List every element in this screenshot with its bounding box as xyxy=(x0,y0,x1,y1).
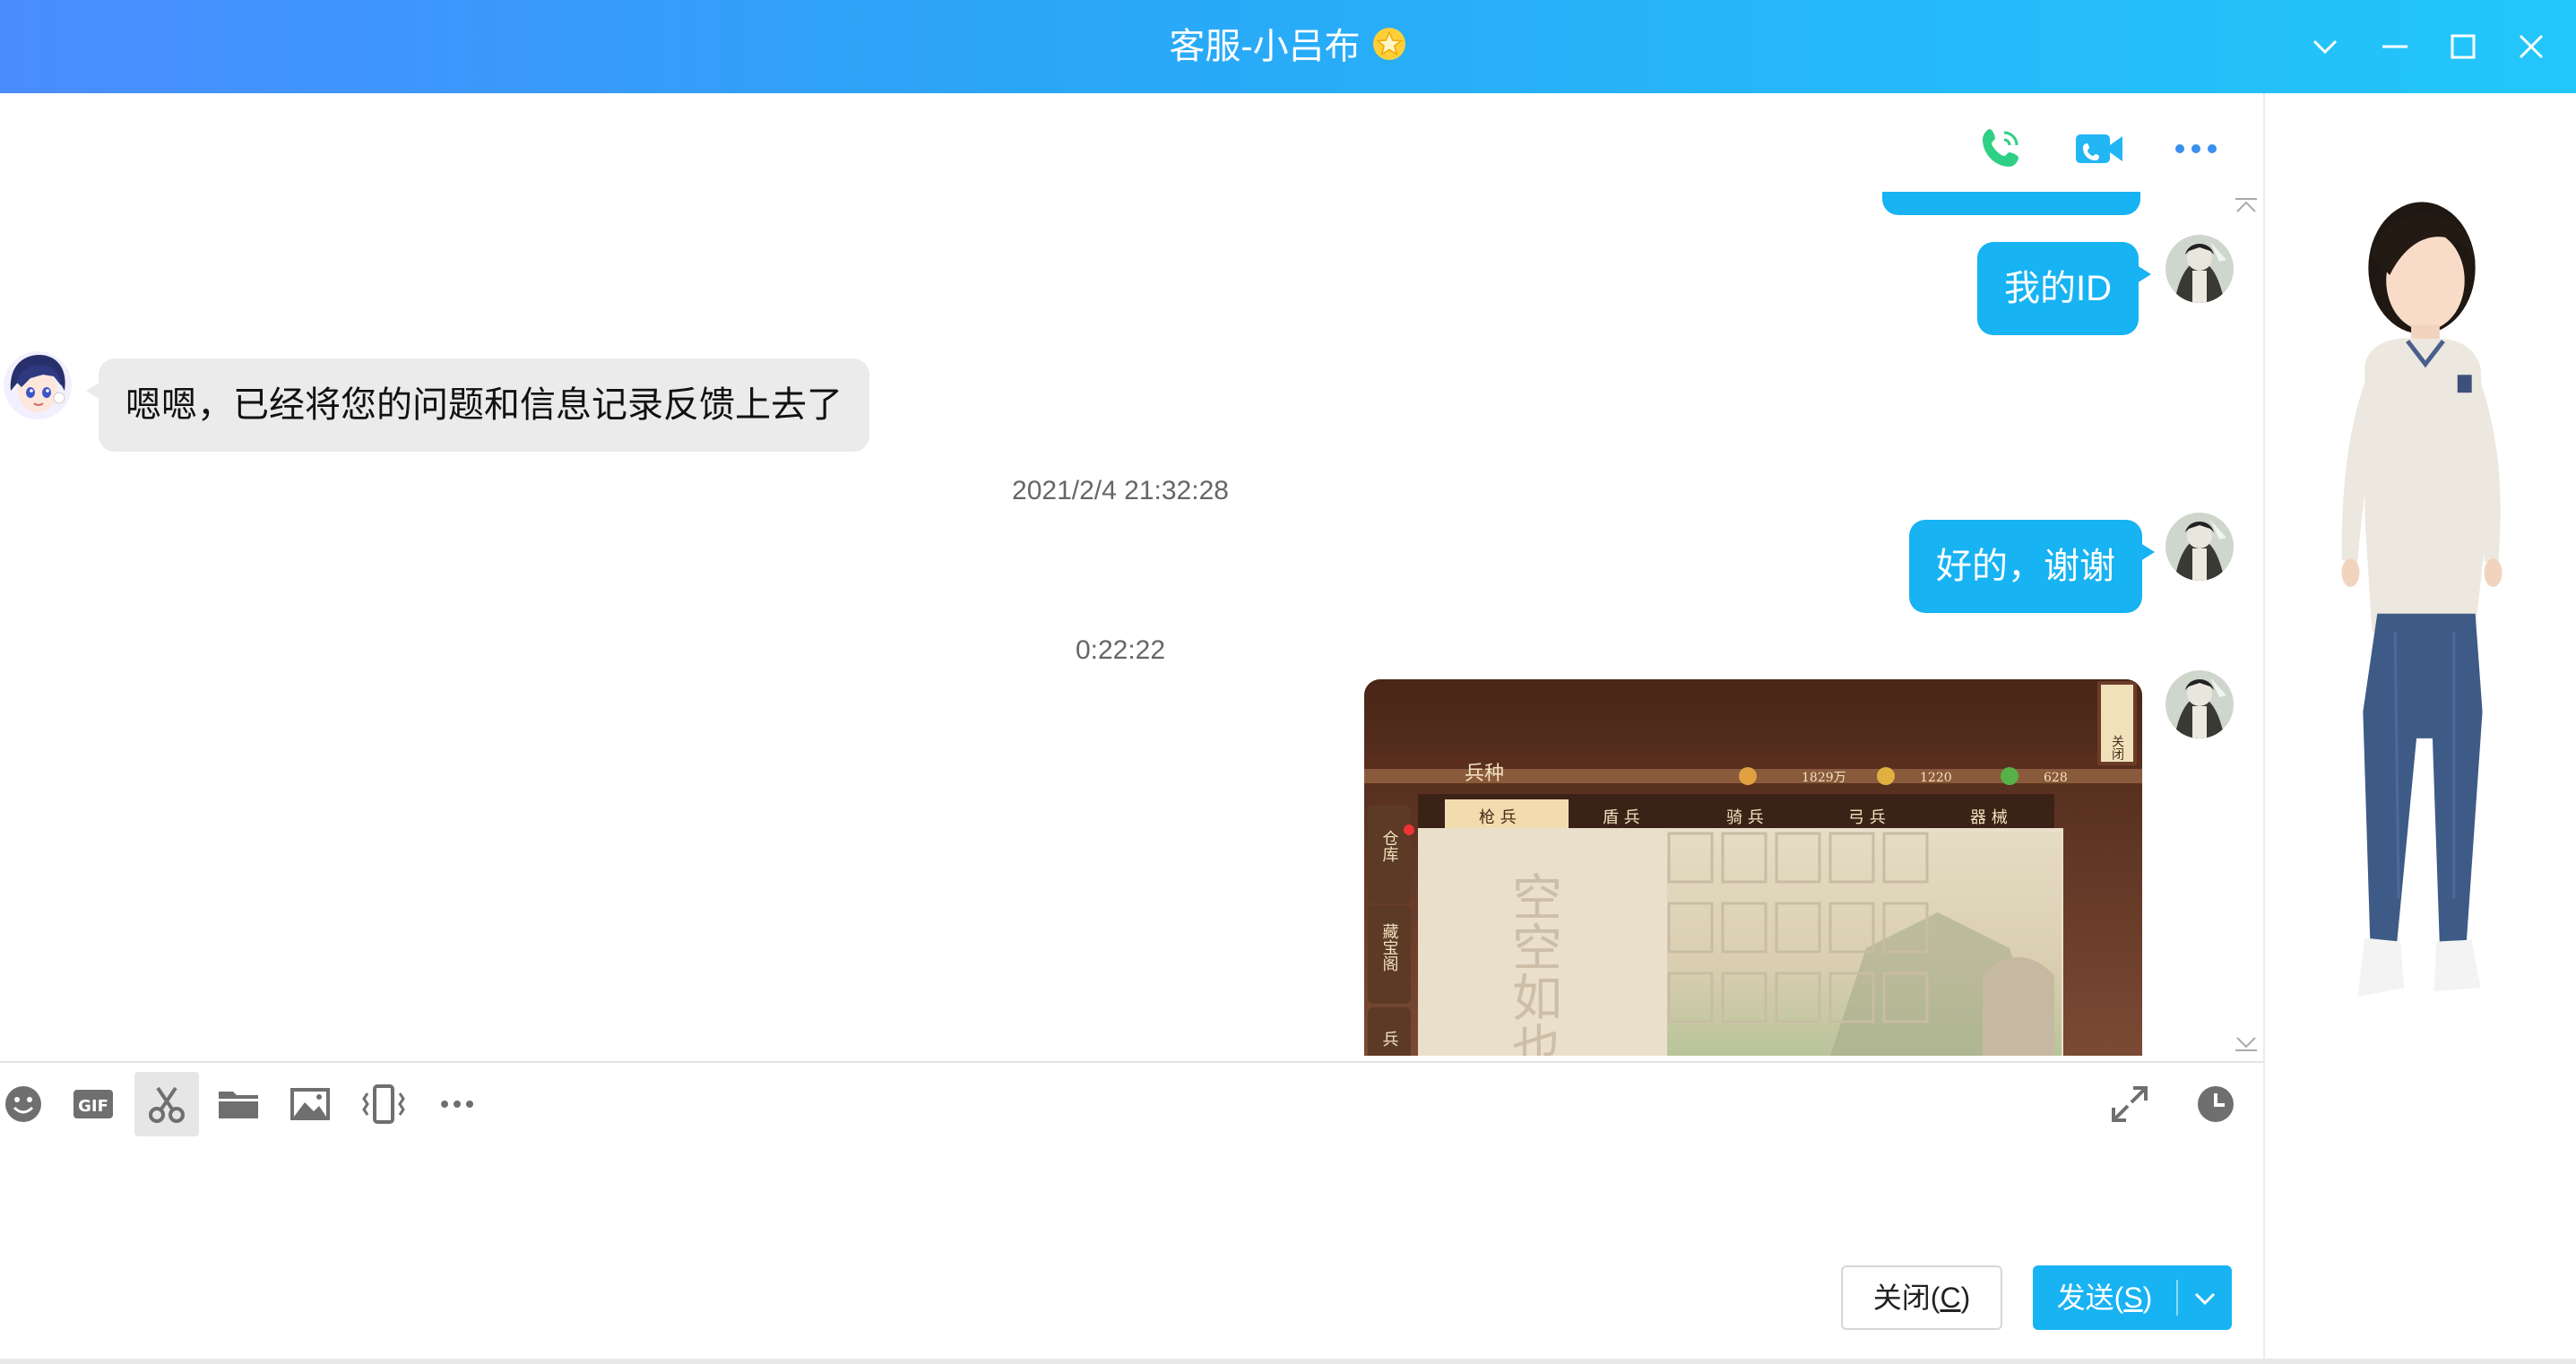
gif-icon[interactable]: GIF xyxy=(61,1072,125,1136)
game-side-tab: 兵 xyxy=(1380,1031,1399,1047)
close-icon[interactable] xyxy=(2510,25,2553,68)
shake-icon[interactable] xyxy=(351,1072,416,1136)
scroll-down-arrow[interactable] xyxy=(2234,1034,2259,1052)
more-icon[interactable] xyxy=(2167,120,2225,177)
game-tab: 枪 兵 xyxy=(1479,808,1517,827)
game-stat: 628 xyxy=(2044,771,2068,785)
game-title: 兵种 xyxy=(1465,763,1504,785)
message-image-game-screenshot[interactable]: 兵种 关闭 1829万 1220 628 枪 兵 盾 兵 骑 兵 弓 兵 器 械… xyxy=(1364,679,2142,1056)
expand-icon[interactable] xyxy=(2097,1072,2162,1136)
user-avatar[interactable] xyxy=(2165,670,2234,738)
chevron-down-icon[interactable] xyxy=(2304,25,2347,68)
maximize-icon[interactable] xyxy=(2442,25,2485,68)
window-bottom-edge xyxy=(0,1359,2576,1364)
star-badge-icon xyxy=(1371,26,1407,62)
message-bubble-outgoing[interactable]: 好的，谢谢 xyxy=(1909,520,2155,613)
agent-avatar[interactable] xyxy=(4,351,72,419)
game-tab: 骑 兵 xyxy=(1726,808,1764,827)
input-divider xyxy=(0,1061,2263,1063)
input-toolbar: GIF xyxy=(0,1072,2263,1136)
scroll-up-arrow[interactable] xyxy=(2234,197,2259,215)
image-icon[interactable] xyxy=(278,1072,342,1136)
game-tab: 盾 兵 xyxy=(1603,808,1640,827)
game-stat: 1829万 xyxy=(1802,771,1846,785)
game-side-tab: 仓库 xyxy=(1380,830,1399,862)
previous-message-bubble xyxy=(1882,192,2140,215)
game-stat: 1220 xyxy=(1920,771,1952,785)
emoji-icon[interactable] xyxy=(0,1072,56,1136)
message-timestamp: 2021/2/4 21:32:28 xyxy=(1012,476,1229,505)
message-timestamp: 0:22:22 xyxy=(1075,635,1166,665)
window-title: 客服-小吕布 xyxy=(1169,27,1361,66)
character-panel xyxy=(2263,93,2576,1364)
message-input[interactable] xyxy=(0,1138,2263,1255)
game-tab: 弓 兵 xyxy=(1848,808,1886,827)
user-avatar[interactable] xyxy=(2165,235,2234,303)
more-tools-icon[interactable] xyxy=(425,1072,489,1136)
title-bar: 客服-小吕布 xyxy=(0,0,2576,93)
message-bubble-outgoing[interactable]: 我的ID xyxy=(1977,242,2151,335)
phone-call-icon[interactable] xyxy=(1972,120,2029,177)
scissors-icon[interactable] xyxy=(134,1072,199,1136)
game-tab: 器 械 xyxy=(1970,808,2008,827)
user-avatar[interactable] xyxy=(2165,513,2234,581)
game-empty-text: 空空如也 xyxy=(1504,871,1562,1056)
send-options-chevron-icon[interactable] xyxy=(2183,1276,2226,1319)
game-side-tab: 藏宝阁 xyxy=(1380,923,1399,972)
folder-icon[interactable] xyxy=(206,1072,271,1136)
game-close-tag: 关闭 xyxy=(2110,735,2124,761)
video-call-icon[interactable] xyxy=(2070,120,2128,177)
send-button[interactable]: 发送(S) xyxy=(2033,1265,2232,1330)
close-button[interactable]: 关闭(C) xyxy=(1841,1265,2002,1330)
chat-history[interactable]: 我的ID 嗯嗯，已经将您的问题和信息记录反馈上去了 2021/2/4 21:32… xyxy=(0,93,2263,1061)
character-illustration xyxy=(2341,202,2503,997)
history-clock-icon[interactable] xyxy=(2183,1072,2248,1136)
minimize-icon[interactable] xyxy=(2373,25,2416,68)
message-bubble-incoming[interactable]: 嗯嗯，已经将您的问题和信息记录反馈上去了 xyxy=(86,358,869,452)
svg-text:GIF: GIF xyxy=(78,1097,108,1116)
